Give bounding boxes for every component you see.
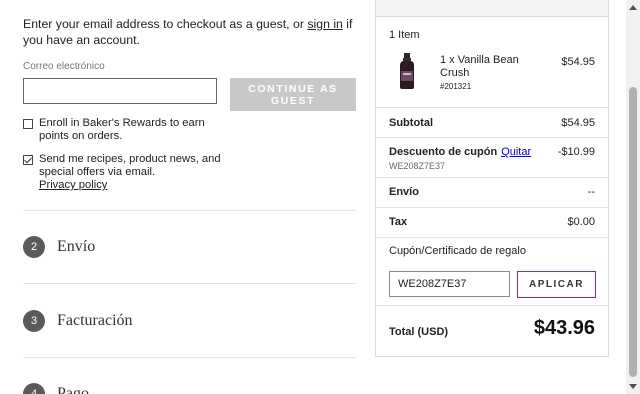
newsletter-checkbox-row[interactable]: Send me recipes, product news, and speci…	[23, 153, 223, 192]
step-payment[interactable]: 4 Pago	[23, 383, 89, 394]
email-field[interactable]	[23, 78, 217, 104]
step-shipping[interactable]: 2 Envío	[23, 236, 95, 258]
shipping-row: Envío --	[376, 177, 608, 207]
rewards-label: Enroll in Baker's Rewards to earn points…	[39, 117, 205, 142]
newsletter-checkbox[interactable]	[23, 155, 33, 165]
items-count: 1 Item	[389, 29, 420, 41]
step-number: 4	[23, 383, 45, 394]
privacy-policy-link[interactable]: Privacy policy	[39, 179, 107, 191]
summary-header	[376, 0, 608, 17]
continue-label-line2: GUEST	[270, 94, 316, 107]
coupon-label: Cupón/Certificado de regalo	[389, 245, 526, 257]
subtotal-value: $54.95	[561, 117, 595, 129]
sign-in-link[interactable]: sign in	[307, 17, 343, 31]
tax-value: $0.00	[567, 216, 595, 228]
divider	[23, 210, 356, 211]
rewards-checkbox[interactable]	[23, 119, 33, 129]
product-price: $54.95	[561, 56, 595, 68]
email-label: Correo electrónico	[23, 61, 105, 72]
tax-label: Tax	[389, 216, 408, 228]
shipping-label: Envío	[389, 186, 419, 198]
coupon-discount-row: Descuento de cupón Quitar WE208Z7E37 -$10…	[376, 137, 608, 177]
total-label: Total (USD)	[389, 326, 449, 338]
vertical-scrollbar[interactable]	[626, 0, 640, 394]
scrollbar-thumb[interactable]	[629, 87, 637, 377]
continue-as-guest-button[interactable]: CONTINUE AS GUEST	[230, 78, 356, 111]
discount-label: Descuento de cupón	[389, 146, 498, 158]
coupon-code-input[interactable]	[389, 271, 510, 297]
divider	[23, 357, 356, 358]
applied-coupon-code: WE208Z7E37	[389, 161, 446, 171]
shipping-value: --	[587, 186, 595, 198]
product-sku: #201321	[440, 82, 472, 91]
step-title: Facturación	[57, 312, 133, 329]
step-billing[interactable]: 3 Facturación	[23, 310, 133, 332]
subtotal-label: Subtotal	[389, 117, 433, 129]
newsletter-label: Send me recipes, product news, and speci…	[39, 153, 221, 178]
discount-label-group: Descuento de cupón Quitar	[389, 146, 531, 158]
subtotal-row: Subtotal $54.95	[376, 107, 608, 137]
order-summary: 1 Item 1 x Vanilla Bean Crush #201321 $5…	[375, 0, 609, 357]
remove-coupon-link[interactable]: Quitar	[501, 146, 531, 158]
product-name: 1 x Vanilla Bean Crush	[440, 54, 519, 79]
rewards-checkbox-row[interactable]: Enroll in Baker's Rewards to earn points…	[23, 117, 213, 143]
discount-value: -$10.99	[557, 146, 595, 158]
guest-intro-text: Enter your email address to checkout as …	[23, 16, 356, 48]
step-number: 3	[23, 310, 45, 332]
total-value: $43.96	[533, 317, 595, 339]
scroll-down-arrow-icon[interactable]	[626, 380, 640, 394]
vanilla-bottle-image	[400, 53, 414, 89]
tax-row: Tax $0.00	[376, 207, 608, 237]
divider	[23, 283, 356, 284]
scroll-up-arrow-icon[interactable]	[626, 0, 640, 14]
continue-label-line1: CONTINUE AS	[248, 82, 338, 95]
intro-text-before: Enter your email address to checkout as …	[23, 17, 308, 31]
step-title: Pago	[57, 385, 89, 394]
step-title: Envío	[57, 238, 96, 255]
divider	[376, 305, 608, 306]
apply-coupon-button[interactable]: APLICAR	[517, 271, 596, 298]
step-number: 2	[23, 236, 45, 258]
